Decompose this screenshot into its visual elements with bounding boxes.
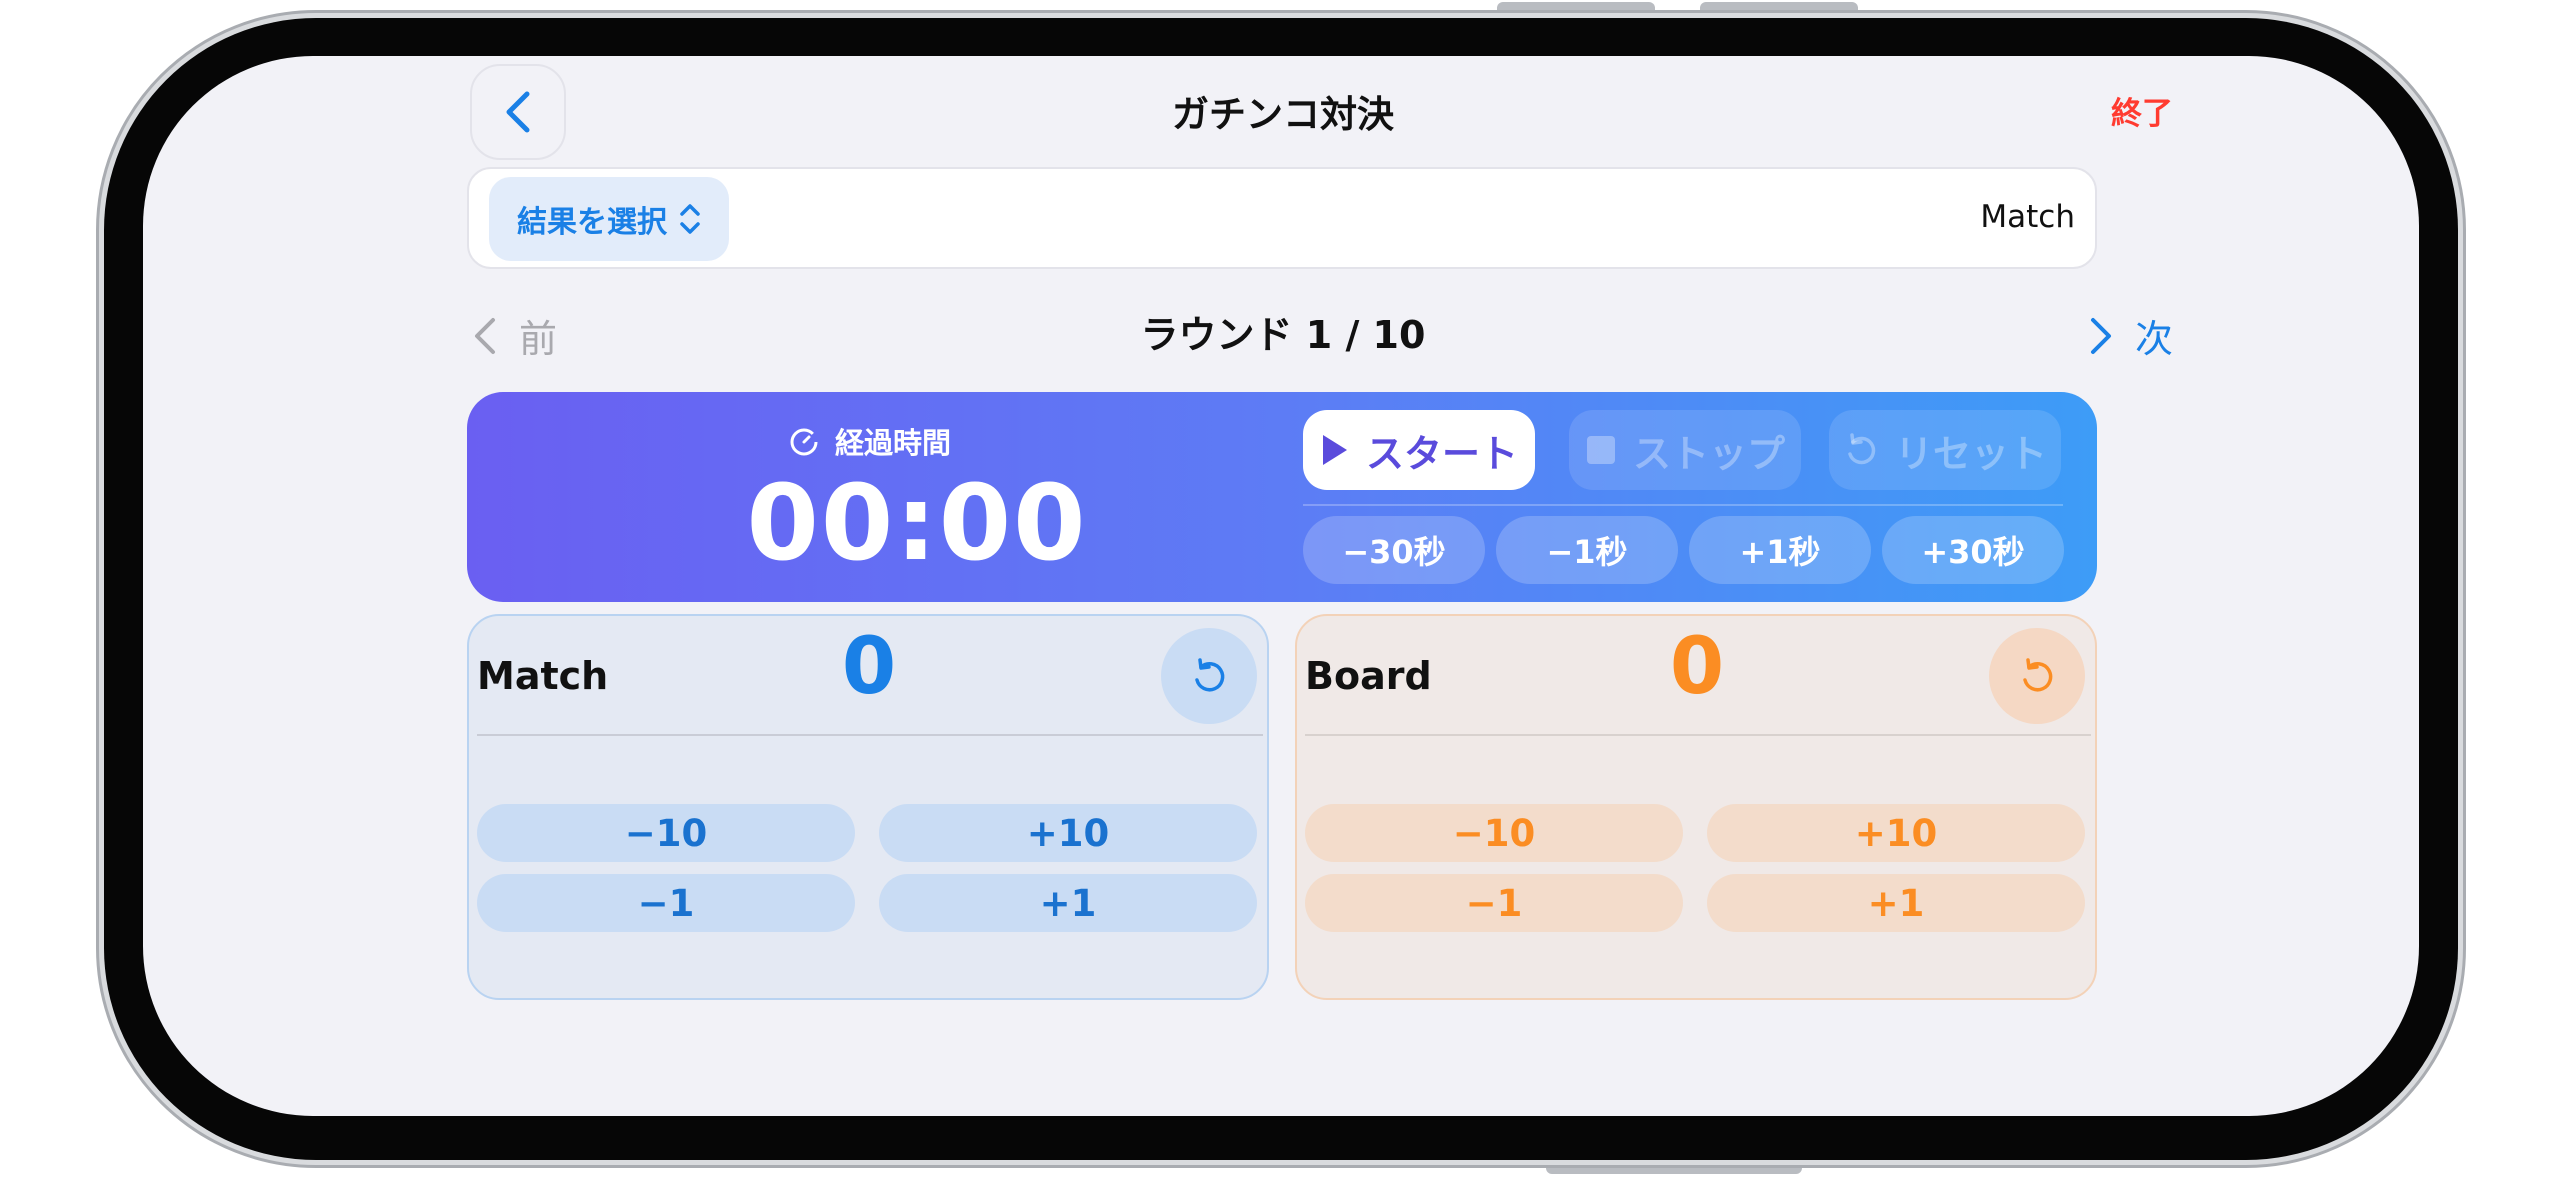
stopwatch-icon	[790, 428, 818, 456]
end-button[interactable]: 終了	[2023, 88, 2173, 133]
timer-caption-label: 経過時間	[835, 426, 952, 460]
previous-round-label: 前	[519, 317, 558, 361]
minus-1-button[interactable]: −1	[1305, 874, 1683, 932]
result-bar: 結果を選択 Match	[467, 167, 2097, 269]
reset-icon	[1848, 433, 1876, 465]
player-score: 0	[1669, 622, 1725, 712]
chevron-up-down-icon	[680, 204, 700, 234]
plus-30-seconds-button[interactable]: +30秒	[1882, 516, 2064, 584]
back-button[interactable]	[470, 64, 566, 160]
result-select-label: 結果を選択	[517, 205, 667, 240]
start-button[interactable]: スタート	[1303, 410, 1535, 490]
chevron-left-icon	[506, 91, 530, 133]
result-select-button[interactable]: 結果を選択	[489, 177, 729, 261]
match-label: Match	[1980, 199, 2075, 235]
previous-round-button[interactable]: 前	[473, 308, 557, 363]
score-reset-button[interactable]	[1989, 628, 2085, 724]
elapsed-time: 00:00	[746, 462, 1088, 584]
stop-icon	[1586, 436, 1615, 464]
plus-1-second-button[interactable]: +1秒	[1689, 516, 1871, 584]
card-divider	[1305, 734, 2091, 736]
chevron-right-icon	[2090, 317, 2111, 354]
stop-button[interactable]: ストップ	[1569, 410, 1801, 490]
player-name: Board	[1305, 654, 1432, 698]
card-divider	[477, 734, 1263, 736]
plus-1-button[interactable]: +1	[1707, 874, 2085, 932]
app-screen: ガチンコ対決 終了 結果を選択 Match 前 ラウンド 1 / 10 次 経過…	[143, 56, 2419, 1116]
plus-1-button[interactable]: +1	[879, 874, 1257, 932]
timer-divider	[1303, 504, 2063, 506]
next-round-label: 次	[2134, 317, 2173, 361]
score-reset-button[interactable]	[1161, 628, 1257, 724]
minus-30-seconds-button[interactable]: −30秒	[1303, 516, 1485, 584]
timer-card: 経過時間 00:00 スタート ストップ リセット −30秒 −1秒 +1秒 +…	[467, 392, 2097, 602]
timer-reset-button[interactable]: リセット	[1829, 410, 2061, 490]
minus-1-second-button[interactable]: −1秒	[1496, 516, 1678, 584]
plus-10-button[interactable]: +10	[879, 804, 1257, 862]
reset-icon	[1195, 658, 1225, 692]
play-icon	[1322, 435, 1347, 465]
minus-10-button[interactable]: −10	[477, 804, 855, 862]
player-name: Match	[477, 654, 609, 698]
start-label: スタート	[1365, 431, 1518, 476]
player-score: 0	[841, 622, 897, 712]
player-card-board: Board 0 −10 +10 −1 +1	[1295, 614, 2097, 1000]
minus-1-button[interactable]: −1	[477, 874, 855, 932]
player-card-match: Match 0 −10 +10 −1 +1	[467, 614, 1269, 1000]
plus-10-button[interactable]: +10	[1707, 804, 2085, 862]
minus-10-button[interactable]: −10	[1305, 804, 1683, 862]
page-title: ガチンコ対決	[1172, 93, 1394, 136]
reset-label: リセット	[1894, 431, 2047, 476]
stop-label: ストップ	[1632, 431, 1785, 476]
chevron-left-icon	[475, 317, 495, 354]
reset-icon	[2023, 658, 2053, 692]
timer-caption: 経過時間	[787, 420, 1087, 462]
round-indicator: ラウンド 1 / 10	[1140, 313, 1426, 357]
next-round-button[interactable]: 次	[1983, 308, 2173, 363]
